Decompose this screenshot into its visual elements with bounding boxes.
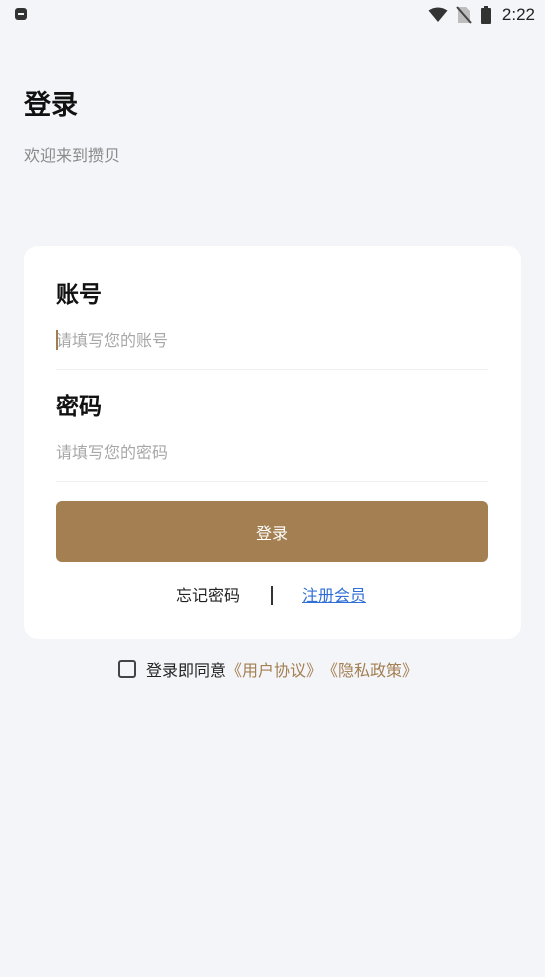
agreement-checkbox[interactable] [118,660,136,678]
user-agreement-link[interactable]: 《用户协议》 [226,657,322,681]
auth-links: 忘记密码 注册会员 [24,584,521,608]
password-input[interactable] [56,438,488,466]
account-divider [56,369,488,370]
status-icons: 2:22 [428,4,535,26]
privacy-policy-link[interactable]: 《隐私政策》 [322,657,418,681]
status-time: 2:22 [501,5,535,24]
account-input[interactable] [56,326,488,354]
register-link[interactable]: 注册会员 [302,584,366,608]
forgot-password-link[interactable]: 忘记密码 [176,584,240,608]
password-divider [56,481,488,482]
battery-icon [480,6,491,24]
links-separator [271,586,273,605]
wifi-icon [428,7,448,22]
agreement-prefix: 登录即同意 [146,661,227,680]
status-bar: 2:22 [0,0,545,32]
no-sim-icon [456,6,472,24]
login-button[interactable]: 登录 [56,501,488,562]
password-label: 密码 [56,394,102,420]
page-subtitle: 欢迎来到攒贝 [24,146,121,165]
text-caret [56,330,58,350]
notification-icon [15,8,27,20]
agreement-row: 登录即同意 《用户协议》 《隐私政策》 [118,657,418,681]
page-title: 登录 [24,90,78,121]
account-label: 账号 [56,282,102,308]
login-card: 账号 密码 登录 忘记密码 注册会员 [24,246,521,639]
